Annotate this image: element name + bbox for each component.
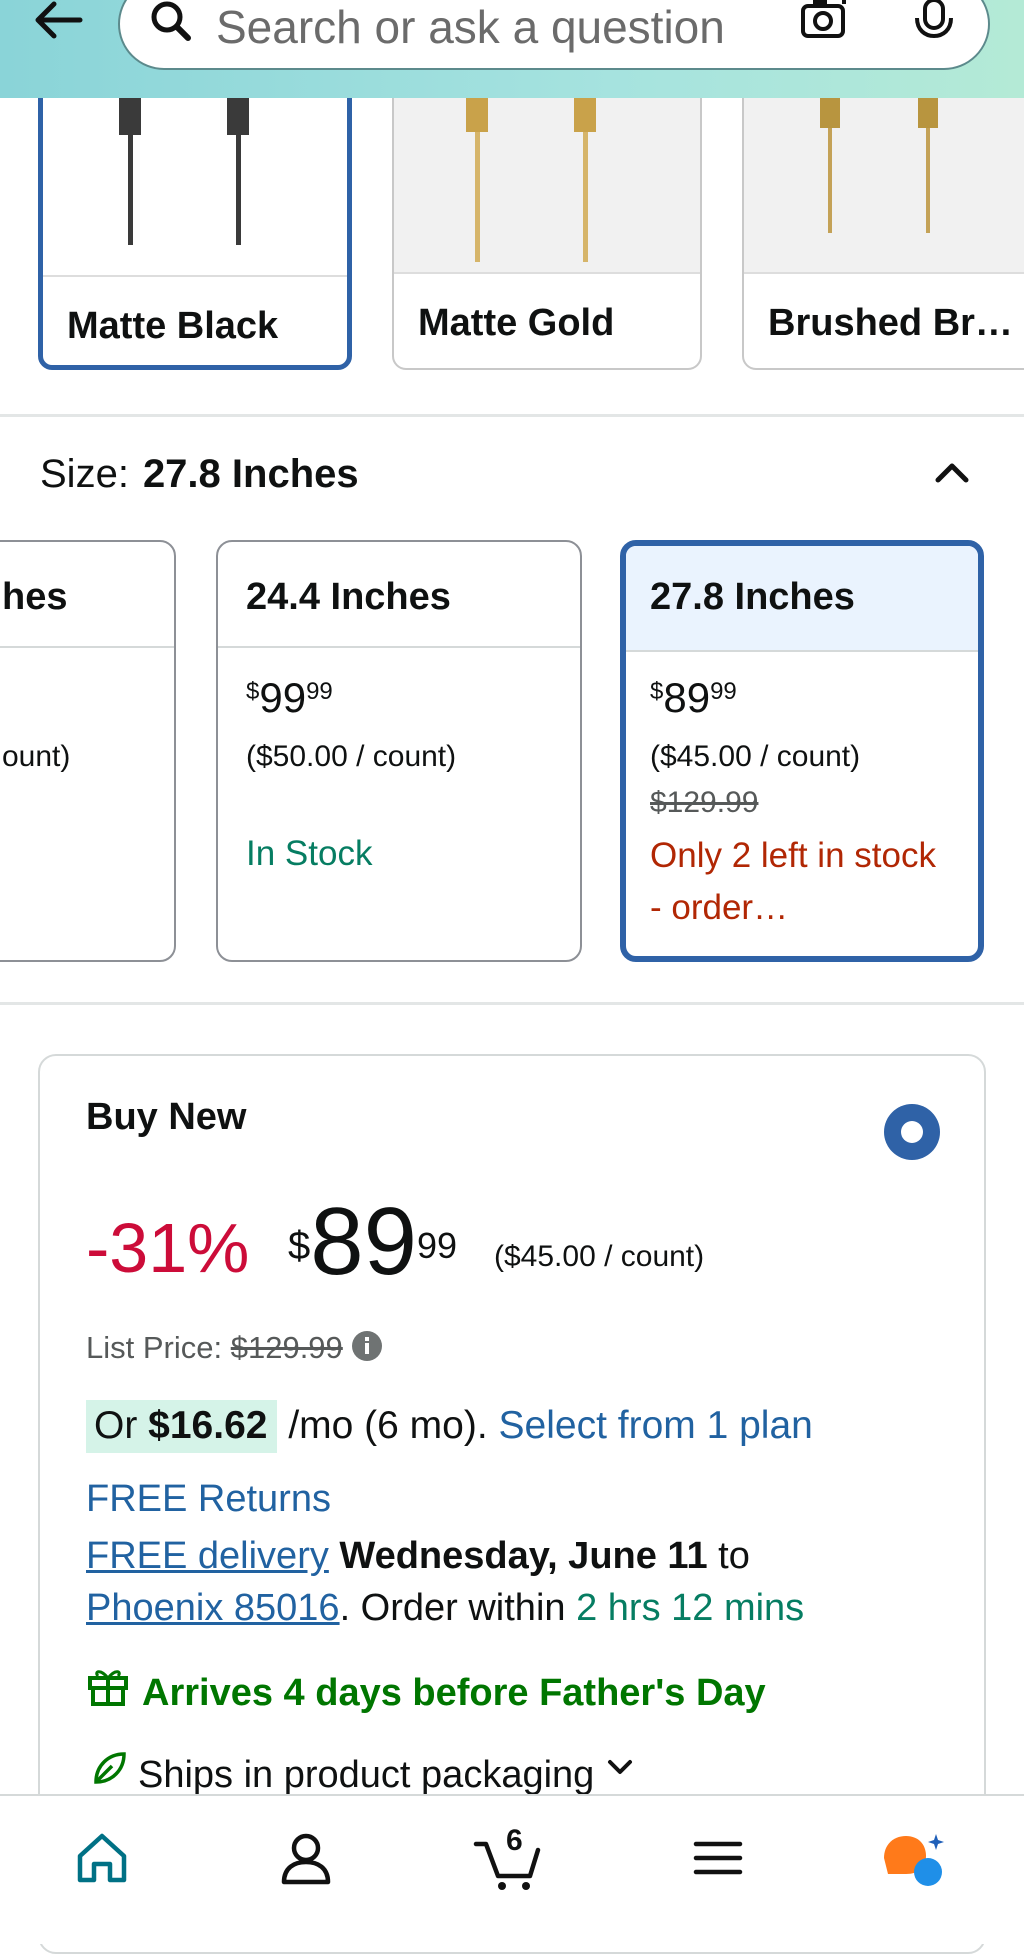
size-option-card[interactable]: 24.4 Inches $9999 ($50.00 / count) In St… xyxy=(216,540,582,962)
cart-count: 6 xyxy=(506,1824,523,1857)
swatch-divider xyxy=(43,275,347,277)
swatch-brushed-brass[interactable]: Brushed Br… xyxy=(742,60,1024,370)
delivery-info: FREE delivery Wednesday, June 11 to Phoe… xyxy=(86,1535,805,1629)
size-option-per-count: ount) xyxy=(2,740,71,773)
location-link[interactable]: Phoenix 85016 xyxy=(86,1587,340,1629)
info-icon[interactable] xyxy=(351,1330,383,1370)
menu-icon[interactable] xyxy=(690,1830,746,1891)
size-label: Size: xyxy=(40,452,129,496)
swatch-divider xyxy=(744,272,1024,274)
buy-new-title: Buy New xyxy=(86,1096,247,1138)
size-option-list-price: $129.99 xyxy=(650,786,759,819)
swatch-label: Brushed Br… xyxy=(768,302,1013,344)
search-input[interactable]: Search or ask a question xyxy=(118,0,990,70)
free-returns-link[interactable]: FREE Returns xyxy=(86,1478,331,1521)
size-option-price: $8999 xyxy=(650,674,737,721)
radio-selected-icon[interactable] xyxy=(882,1102,942,1162)
swatch-matte-black[interactable]: Matte Black xyxy=(38,60,352,370)
monthly-payment: Or $16.62 /mo (6 mo). Select from 1 plan xyxy=(86,1400,813,1453)
delivery-date: Wednesday, June 11 xyxy=(339,1535,708,1577)
chevron-down-icon xyxy=(604,1750,636,1793)
monthly-highlight: Or $16.62 xyxy=(86,1400,278,1453)
stock-status: Only 2 left in stock - order… xyxy=(650,836,936,927)
search-placeholder: Search or ask a question xyxy=(216,1,725,53)
rufus-assistant-icon[interactable] xyxy=(880,1830,950,1895)
size-heading: Size: 27.8 Inches xyxy=(40,452,359,497)
leaf-icon xyxy=(90,1748,130,1798)
size-option-header: 24.4 Inches xyxy=(218,542,580,648)
free-delivery-link[interactable]: FREE delivery xyxy=(86,1535,329,1577)
size-option-title: 24.4 Inches xyxy=(246,576,451,618)
account-icon[interactable] xyxy=(278,1830,334,1891)
price-per-count: ($45.00 / count) xyxy=(494,1240,705,1273)
swatch-divider xyxy=(394,272,700,274)
price: $8999 xyxy=(288,1188,458,1295)
size-option-title: 27.8 Inches xyxy=(650,576,855,618)
search-header: Search or ask a question xyxy=(0,0,1024,98)
size-option-card[interactable]: hes ount) xyxy=(0,540,176,962)
gift-icon xyxy=(86,1664,130,1718)
size-selected-value: 27.8 Inches xyxy=(142,452,359,496)
section-divider xyxy=(0,1002,1024,1005)
microphone-icon[interactable] xyxy=(910,0,958,53)
back-arrow-icon[interactable] xyxy=(28,0,88,52)
size-option-card-selected[interactable]: 27.8 Inches $8999 ($45.00 / count) $129.… xyxy=(620,540,984,962)
search-icon xyxy=(146,0,198,53)
size-option-title: hes xyxy=(2,576,68,618)
size-option-per-count: ($45.00 / count) xyxy=(650,740,861,773)
chevron-up-icon[interactable] xyxy=(928,448,976,501)
swatch-label: Matte Gold xyxy=(418,302,615,344)
size-option-price: $9999 xyxy=(246,674,333,721)
size-option-header: 27.8 Inches xyxy=(626,546,978,652)
size-option-header: hes xyxy=(0,542,174,648)
swatch-label: Matte Black xyxy=(67,305,279,347)
time-left: 2 hrs 12 mins xyxy=(576,1587,805,1629)
home-icon[interactable] xyxy=(74,1830,130,1891)
list-price: List Price: $129.99 xyxy=(86,1330,383,1370)
section-divider xyxy=(0,414,1024,417)
stock-status: In Stock xyxy=(246,834,373,873)
size-option-per-count: ($50.00 / count) xyxy=(246,740,457,773)
discount-percent: -31% xyxy=(86,1209,250,1287)
select-plan-link[interactable]: Select from 1 plan xyxy=(499,1404,813,1447)
bottom-navigation: 6 xyxy=(0,1794,1024,1944)
fathers-day-note: Arrives 4 days before Father's Day xyxy=(86,1668,766,1722)
camera-icon[interactable] xyxy=(796,0,856,51)
swatch-matte-gold[interactable]: Matte Gold xyxy=(392,60,702,370)
